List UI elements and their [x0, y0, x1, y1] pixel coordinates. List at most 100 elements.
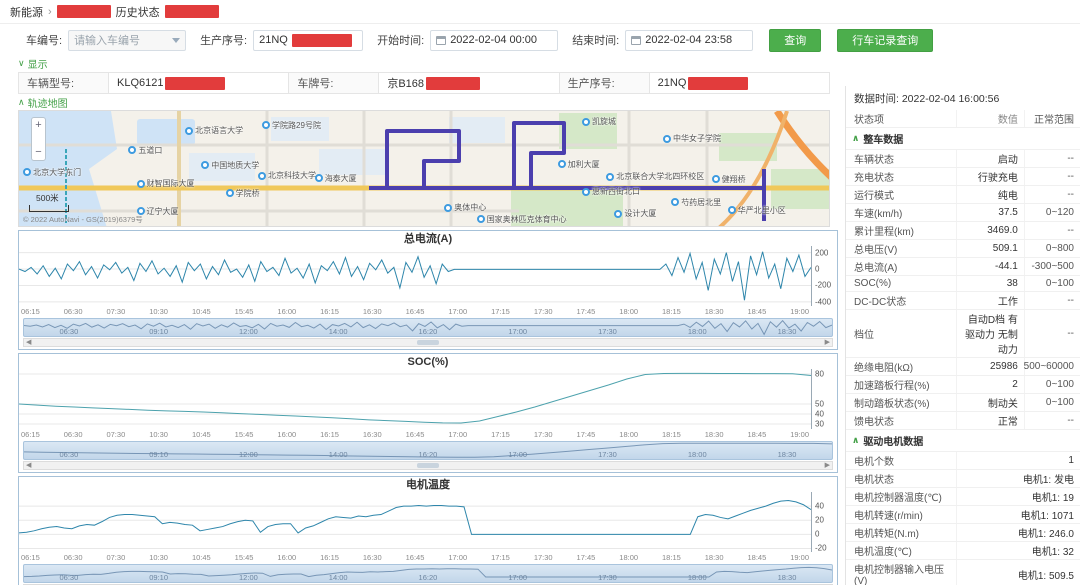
- x-tick-label: 10:30: [149, 430, 168, 440]
- navigator-time-label: 16:20: [419, 450, 438, 459]
- chart-plot[interactable]: [19, 492, 811, 552]
- chart-plot[interactable]: [19, 246, 811, 306]
- map-poi[interactable]: 五道口: [128, 145, 162, 156]
- poi-label: 国家奥林匹克体育中心: [487, 214, 567, 225]
- chart-navigator[interactable]: 06:3009:1012:0014:0016:2017:0017:3018:00…: [23, 441, 833, 460]
- y-tick-label: 0: [815, 530, 819, 539]
- map-poi[interactable]: 北京语言大学: [185, 125, 243, 136]
- map-poi[interactable]: 加利大厦: [558, 159, 600, 170]
- poi-icon: [128, 146, 136, 154]
- row-range: 0~800: [1024, 240, 1080, 257]
- trip-record-query-button[interactable]: 行车记录查询: [837, 29, 933, 52]
- row-value: 38: [956, 276, 1024, 291]
- row-label: 绝缘电阻(kΩ): [846, 358, 956, 375]
- chart-scrollbar[interactable]: ◀▶: [23, 338, 833, 347]
- row-range: --: [1024, 150, 1080, 167]
- map-poi[interactable]: 芍药居北里: [671, 197, 721, 208]
- map-poi[interactable]: 辽宁大厦: [137, 206, 179, 217]
- map-poi[interactable]: 北京科技大学: [258, 170, 316, 181]
- breadcrumb-root[interactable]: 新能源: [10, 4, 43, 20]
- map-poi[interactable]: 设计大厦: [614, 208, 656, 219]
- chart-navigator[interactable]: 06:3009:1012:0014:0016:2017:0017:3018:00…: [23, 318, 833, 337]
- map-zoom-control[interactable]: + −: [31, 117, 46, 161]
- x-tick-label: 18:45: [747, 430, 766, 440]
- start-time-input[interactable]: 2022-02-04 00:00: [430, 30, 558, 51]
- section-header[interactable]: ∧整车数据: [846, 128, 1080, 150]
- map-poi[interactable]: 学院桥: [226, 188, 260, 199]
- table-row: 充电状态行驶充电--: [846, 168, 1080, 186]
- vehicle-no-select[interactable]: 请输入车编号: [68, 30, 186, 51]
- x-tick-label: 17:15: [491, 307, 510, 317]
- map-poi[interactable]: 凯旋城: [582, 116, 616, 127]
- row-label: 档位: [846, 325, 956, 342]
- map-poi[interactable]: 中国地质大学: [201, 160, 259, 171]
- scrollbar-thumb[interactable]: [417, 340, 439, 345]
- row-range: --: [1024, 412, 1080, 429]
- x-tick-label: 16:45: [406, 430, 425, 440]
- chart-navigator[interactable]: 06:3009:1012:0014:0016:2017:0017:3018:00…: [23, 564, 833, 583]
- map-poi[interactable]: 健翔桥: [712, 174, 746, 185]
- map-poi[interactable]: 学院路29号院: [262, 120, 321, 131]
- x-tick-label: 18:15: [662, 307, 681, 317]
- row-value: 自动D档 有驱动力 无制动力: [956, 310, 1024, 357]
- chart-plot[interactable]: [19, 369, 811, 429]
- y-axis: 40200-20: [811, 492, 837, 552]
- row-value: 37.5: [956, 204, 1024, 221]
- x-tick-label: 07:30: [106, 307, 125, 317]
- chart-scrollbar[interactable]: ◀▶: [23, 461, 833, 470]
- poi-label: 辽宁大厦: [147, 206, 179, 217]
- x-tick-label: 16:00: [277, 553, 296, 563]
- poi-icon: [201, 161, 209, 169]
- x-axis: 06:1506:3007:3010:3010:4515:4516:0016:15…: [19, 429, 811, 440]
- row-range: --: [1024, 186, 1080, 203]
- poi-icon: [226, 189, 234, 197]
- map-poi[interactable]: 北京联合大学北四环校区: [606, 171, 704, 182]
- chart-panel: 电机温度40200-2006:1506:3007:3010:3010:4515:…: [18, 476, 838, 585]
- scroll-right-icon[interactable]: ▶: [823, 462, 832, 469]
- scroll-left-icon[interactable]: ◀: [24, 339, 33, 346]
- x-tick-label: 17:00: [448, 430, 467, 440]
- y-tick-label: 40: [815, 502, 824, 511]
- table-row: 电机个数1: [846, 452, 1080, 470]
- x-tick-label: 17:00: [448, 307, 467, 317]
- y-tick-label: 30: [815, 420, 824, 429]
- map-poi[interactable]: 惠新西街北口: [582, 186, 640, 197]
- track-map[interactable]: 北京大学东门 五道口 北京语言大学 学院路29号院中国地质大学北京科技大学财智国际大厦…: [18, 110, 830, 227]
- track-map-toggle[interactable]: ∧ 轨迹地图: [18, 95, 845, 110]
- x-tick-label: 17:45: [577, 307, 596, 317]
- map-poi[interactable]: 北京大学东门: [23, 167, 81, 178]
- scroll-right-icon[interactable]: ▶: [823, 339, 832, 346]
- serial-label: 生产序号:: [560, 73, 650, 93]
- x-tick-label: 18:15: [662, 553, 681, 563]
- query-button[interactable]: 查询: [769, 29, 821, 52]
- map-poi[interactable]: 海泰大厦: [315, 173, 357, 184]
- map-poi[interactable]: 中华女子学院: [663, 133, 721, 144]
- row-range: --: [1024, 168, 1080, 185]
- start-time-value: 2022-02-04 00:00: [450, 34, 537, 46]
- x-tick-label: 15:45: [235, 307, 254, 317]
- navigator-time-label: 09:10: [149, 573, 168, 582]
- map-poi[interactable]: 国家奥林匹克体育中心: [477, 214, 567, 225]
- end-time-input[interactable]: 2022-02-04 23:58: [625, 30, 753, 51]
- row-value: -44.1: [956, 258, 1024, 275]
- row-range: 0~120: [1024, 204, 1080, 221]
- chevron-up-icon: ∧: [852, 134, 859, 143]
- show-toggle[interactable]: ∨ 显示: [18, 56, 845, 71]
- x-axis: 06:1506:3007:3010:3010:4515:4516:0016:15…: [19, 552, 811, 563]
- map-poi[interactable]: 华严北里小区: [728, 205, 786, 216]
- serial-input[interactable]: 21NQ: [253, 30, 363, 51]
- zoom-out-icon[interactable]: −: [35, 147, 41, 158]
- map-poi[interactable]: 财智国际大厦: [137, 178, 195, 189]
- scrollbar-thumb[interactable]: [417, 463, 439, 468]
- row-label: 充电状态: [846, 168, 956, 185]
- poi-icon: [23, 168, 31, 176]
- zoom-in-icon[interactable]: +: [35, 120, 41, 131]
- table-row: 车速(km/h)37.50~120: [846, 204, 1080, 222]
- navigator-labels: 06:3009:1012:0014:0016:2017:0017:3018:00…: [24, 565, 832, 582]
- poi-icon: [558, 160, 566, 168]
- map-poi[interactable]: 奥体中心: [444, 202, 486, 213]
- scroll-left-icon[interactable]: ◀: [24, 462, 33, 469]
- navigator-time-label: 09:10: [149, 450, 168, 459]
- table-row: 电机转速(r/min)电机1: 1071: [846, 506, 1080, 524]
- section-header[interactable]: ∧驱动电机数据: [846, 430, 1080, 452]
